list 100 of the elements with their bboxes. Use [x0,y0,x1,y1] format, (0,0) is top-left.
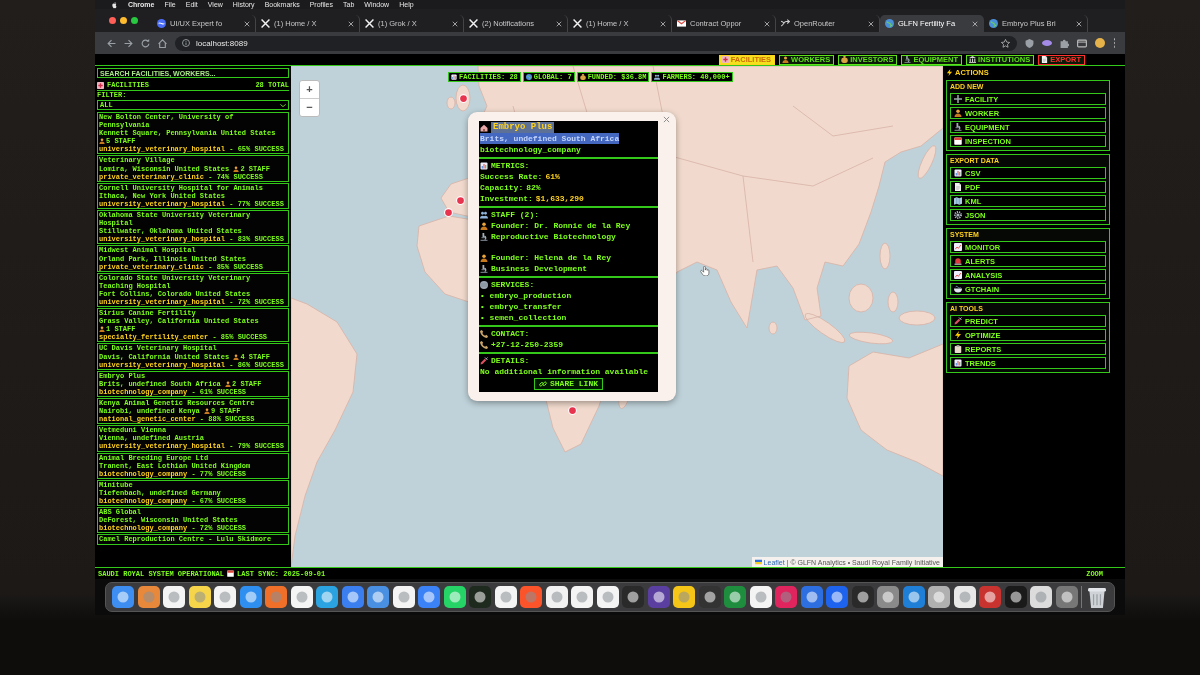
dock-app-icon[interactable] [443,586,466,608]
dock-app-icon[interactable] [112,586,135,608]
lightning-icon [954,331,962,339]
dock-app-icon[interactable] [800,586,823,608]
shield-icon[interactable] [1025,38,1034,48]
dock-app-icon[interactable] [469,586,492,608]
dock-app-icon[interactable] [163,586,186,608]
close-icon[interactable] [348,20,354,27]
person-icon [480,221,488,230]
clipboard-icon [954,345,962,353]
dock-app-icon[interactable] [392,586,415,608]
person-icon [782,56,790,63]
section-heading: STAFF (2): [491,209,539,220]
zoom-out-button[interactable]: − [300,98,319,116]
facility-type: biotechnology_company [480,145,581,154]
dock-app-icon[interactable] [494,586,517,608]
zoom-in-button[interactable]: + [300,81,319,98]
dock-app-icon[interactable] [188,586,211,608]
dock-app-icon[interactable] [137,586,160,608]
x-logo-icon [365,19,374,28]
window-close-button[interactable] [109,17,116,24]
close-icon[interactable] [244,20,250,27]
close-icon[interactable] [868,20,874,27]
dock-app-icon[interactable] [571,586,594,608]
window-icon[interactable] [1077,38,1087,48]
popup-location: Brits, undefined South Africa [480,133,620,144]
dock-app-icon[interactable] [953,586,976,608]
dock-app-icon[interactable] [622,586,645,608]
money-bag-icon [579,74,586,80]
dock-app-icon[interactable] [214,586,237,608]
hospital-icon [97,81,104,89]
popup-title: Embryo Plus [491,122,555,133]
close-icon[interactable] [972,20,978,27]
person-icon [233,165,240,172]
trash-icon[interactable] [1085,586,1108,608]
dock-app-icon[interactable] [341,586,364,608]
dock-app-icon[interactable] [877,586,900,608]
microscope-icon [480,232,488,241]
dock-app-icon[interactable] [1055,586,1078,608]
dock-app-icon[interactable] [367,586,390,608]
dock-app-icon[interactable] [724,586,747,608]
dock-app-icon[interactable] [902,586,925,608]
dock-app-icon[interactable] [851,586,874,608]
close-icon[interactable] [1076,20,1082,27]
close-icon[interactable] [764,20,770,27]
close-button[interactable] [663,116,670,123]
star-icon[interactable] [1001,38,1010,48]
info-icon[interactable] [182,39,190,47]
hospital-icon [721,56,729,63]
dock-app-icon[interactable] [979,586,1002,608]
globe-icon [885,19,894,28]
metric-value: $1,633,290 [535,193,584,204]
metric-value: 82% [526,182,541,193]
flag-icon [754,559,762,565]
map-marker-icon[interactable] [444,208,453,217]
section-heading: SERVICES: [491,279,535,290]
section-heading: METRICS: [491,160,530,171]
dock-app-icon[interactable] [698,586,721,608]
close-icon[interactable] [452,20,458,27]
swirl-icon [157,19,166,28]
line-chart-icon [954,243,962,251]
metric-label: Capacity: [480,182,524,193]
gear-icon [954,211,962,219]
siren-icon [954,257,962,265]
window-minimize-button[interactable] [120,17,127,24]
dock-app-icon[interactable] [316,586,339,608]
back-icon[interactable] [107,38,116,48]
oval-icon[interactable] [1042,39,1052,47]
dock-app-icon[interactable] [239,586,262,608]
puzzle-icon[interactable] [1060,38,1069,48]
share-link-button[interactable]: SHARE LINK [534,378,603,390]
dock-app-icon[interactable] [545,586,568,608]
map-marker-icon[interactable] [456,196,465,205]
dock-app-icon[interactable] [826,586,849,608]
dock-app-icon[interactable] [1030,586,1053,608]
dock-app-icon[interactable] [749,586,772,608]
home-icon[interactable] [158,38,167,48]
bowl-icon [954,285,962,293]
close-icon[interactable] [660,20,666,27]
window-zoom-button[interactable] [131,17,138,24]
staff-field: Reproductive Biotechnology [491,231,616,242]
forward-icon[interactable] [124,38,133,48]
close-icon[interactable] [556,20,562,27]
dock-app-icon[interactable] [290,586,313,608]
avatar-icon[interactable] [1095,38,1105,48]
dock-app-icon[interactable] [418,586,441,608]
dock-app-icon[interactable] [1004,586,1027,608]
map-marker-icon[interactable] [459,94,468,103]
map-marker-icon[interactable] [568,406,577,415]
address-bar[interactable]: localhost:8089 [175,35,1017,51]
person-icon [480,253,488,262]
dock-app-icon[interactable] [928,586,951,608]
dock-app-icon[interactable] [596,586,619,608]
dock-app-icon[interactable] [673,586,696,608]
syringe-icon [954,317,962,325]
people-icon [480,210,488,219]
kebab-menu-icon[interactable] [1113,38,1116,48]
dock-app-icon[interactable] [647,586,670,608]
globe-icon [525,74,532,80]
reload-icon[interactable] [141,38,150,48]
